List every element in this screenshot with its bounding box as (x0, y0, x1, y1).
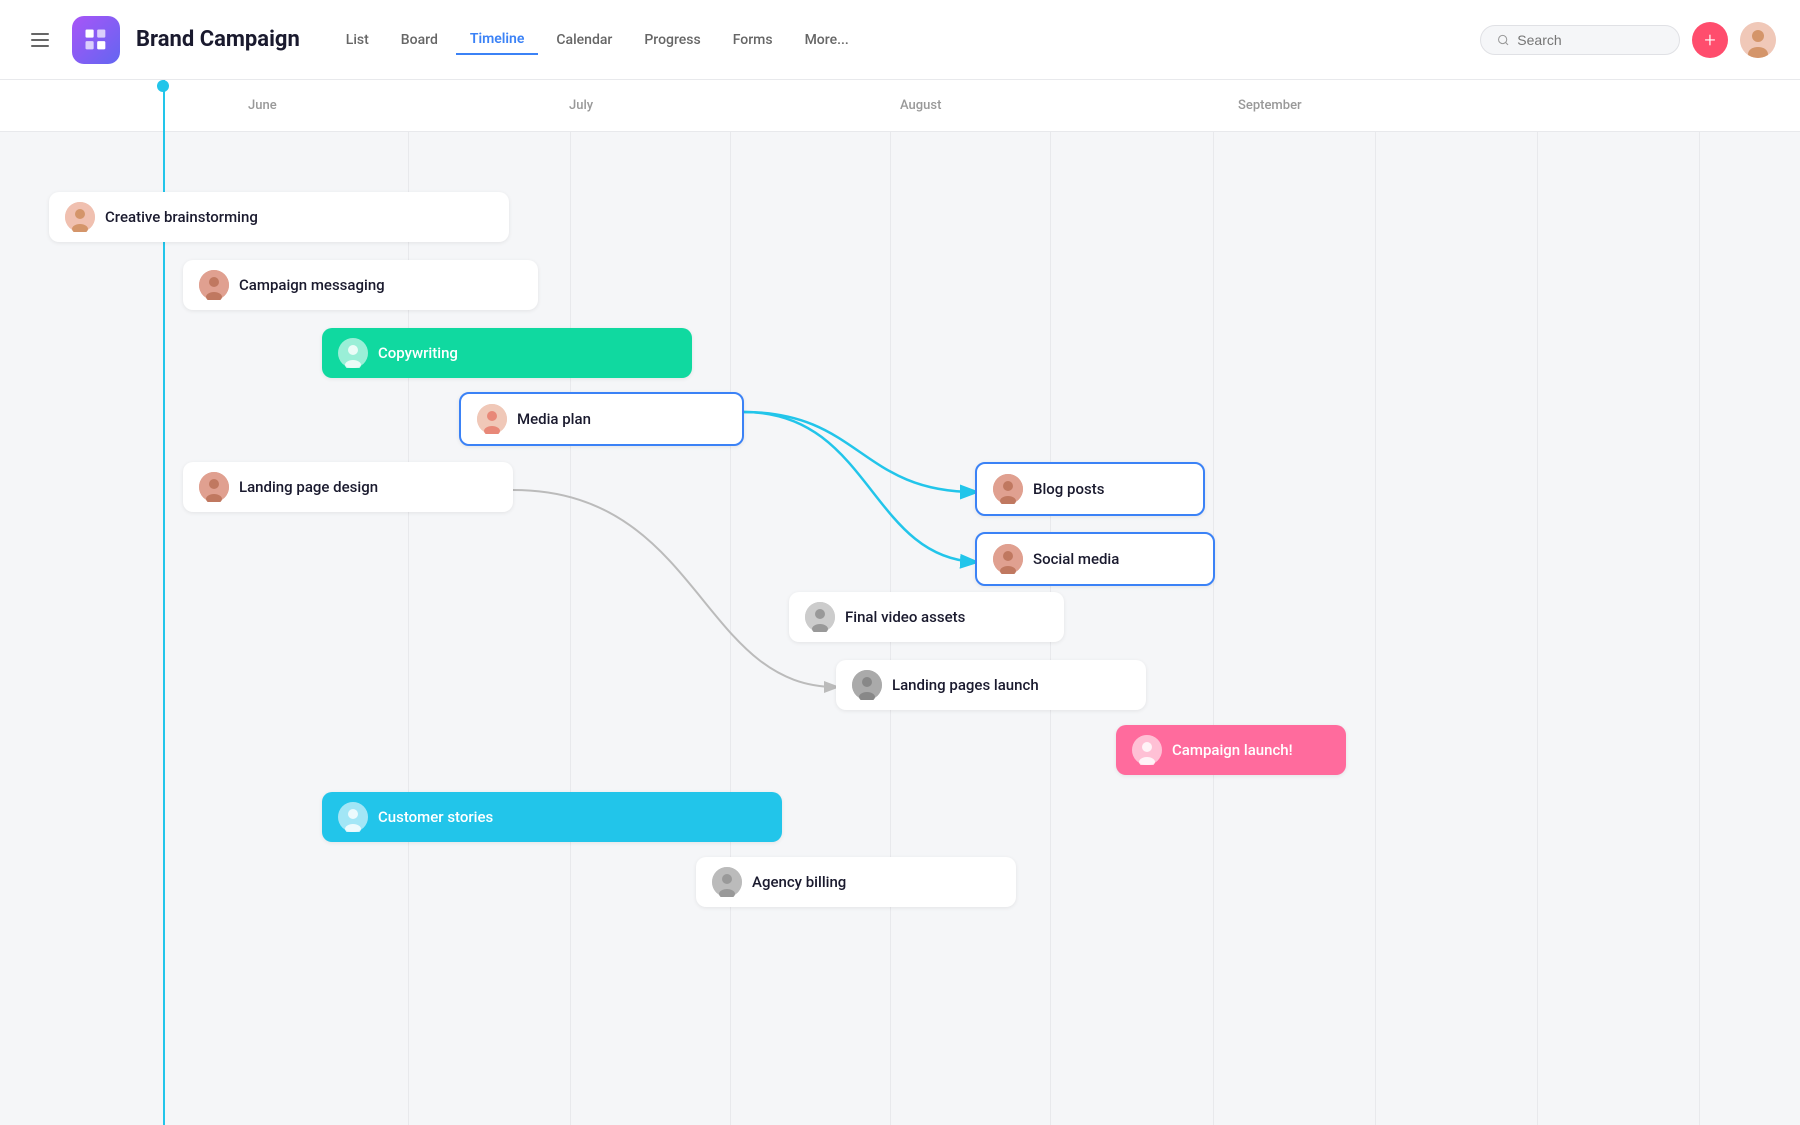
tab-list[interactable]: List (332, 26, 383, 54)
header: Brand Campaign List Board Timeline Calen… (0, 0, 1800, 80)
task-label-media-plan: Media plan (517, 410, 591, 428)
task-copywriting[interactable]: Copywriting (322, 328, 692, 378)
task-media-plan[interactable]: Media plan (459, 392, 744, 446)
tab-forms[interactable]: Forms (719, 26, 787, 54)
task-campaign-launch[interactable]: Campaign launch! (1116, 725, 1346, 775)
task-social-media[interactable]: Social media (975, 532, 1215, 586)
header-right: + (1480, 22, 1776, 58)
task-label-campaign-messaging: Campaign messaging (239, 276, 385, 294)
task-label-agency-billing: Agency billing (752, 873, 846, 891)
tab-board[interactable]: Board (387, 26, 452, 54)
add-button[interactable]: + (1692, 22, 1728, 58)
hamburger-menu[interactable] (24, 24, 56, 56)
task-label-landing-page-design: Landing page design (239, 478, 378, 496)
task-label-copywriting: Copywriting (378, 344, 458, 362)
tab-more[interactable]: More... (791, 26, 863, 54)
task-creative-brainstorming[interactable]: Creative brainstorming (49, 192, 509, 242)
month-september: September (1238, 98, 1302, 113)
tab-timeline[interactable]: Timeline (456, 25, 539, 55)
task-label-landing-pages-launch: Landing pages launch (892, 676, 1039, 694)
search-icon (1497, 33, 1509, 47)
timeline-indicator-dot (157, 80, 169, 92)
search-bar[interactable] (1480, 25, 1680, 55)
task-label-social-media: Social media (1033, 550, 1119, 568)
task-landing-page-design[interactable]: Landing page design (183, 462, 513, 512)
task-customer-stories[interactable]: Customer stories (322, 792, 782, 842)
task-agency-billing[interactable]: Agency billing (696, 857, 1016, 907)
task-label-blog-posts: Blog posts (1033, 480, 1104, 498)
user-avatar[interactable] (1740, 22, 1776, 58)
app-icon (72, 16, 120, 64)
search-input[interactable] (1517, 32, 1663, 48)
month-header: June July August September (0, 80, 1800, 132)
month-august: August (900, 98, 941, 113)
task-label-creative-brainstorming: Creative brainstorming (105, 208, 258, 226)
task-blog-posts[interactable]: Blog posts (975, 462, 1205, 516)
month-june: June (248, 98, 277, 113)
task-label-final-video-assets: Final video assets (845, 608, 965, 626)
task-label-campaign-launch: Campaign launch! (1172, 741, 1293, 759)
timeline-container: June July August September (0, 80, 1800, 1125)
tab-progress[interactable]: Progress (630, 26, 714, 54)
tab-calendar[interactable]: Calendar (542, 26, 626, 54)
task-landing-pages-launch[interactable]: Landing pages launch (836, 660, 1146, 710)
nav-tabs: List Board Timeline Calendar Progress Fo… (332, 25, 863, 55)
project-title: Brand Campaign (136, 27, 300, 52)
month-july: July (569, 98, 593, 113)
task-label-customer-stories: Customer stories (378, 808, 493, 826)
task-final-video-assets[interactable]: Final video assets (789, 592, 1064, 642)
timeline-canvas: Creative brainstorming Campaign messagin… (0, 132, 1800, 1125)
task-campaign-messaging[interactable]: Campaign messaging (183, 260, 538, 310)
